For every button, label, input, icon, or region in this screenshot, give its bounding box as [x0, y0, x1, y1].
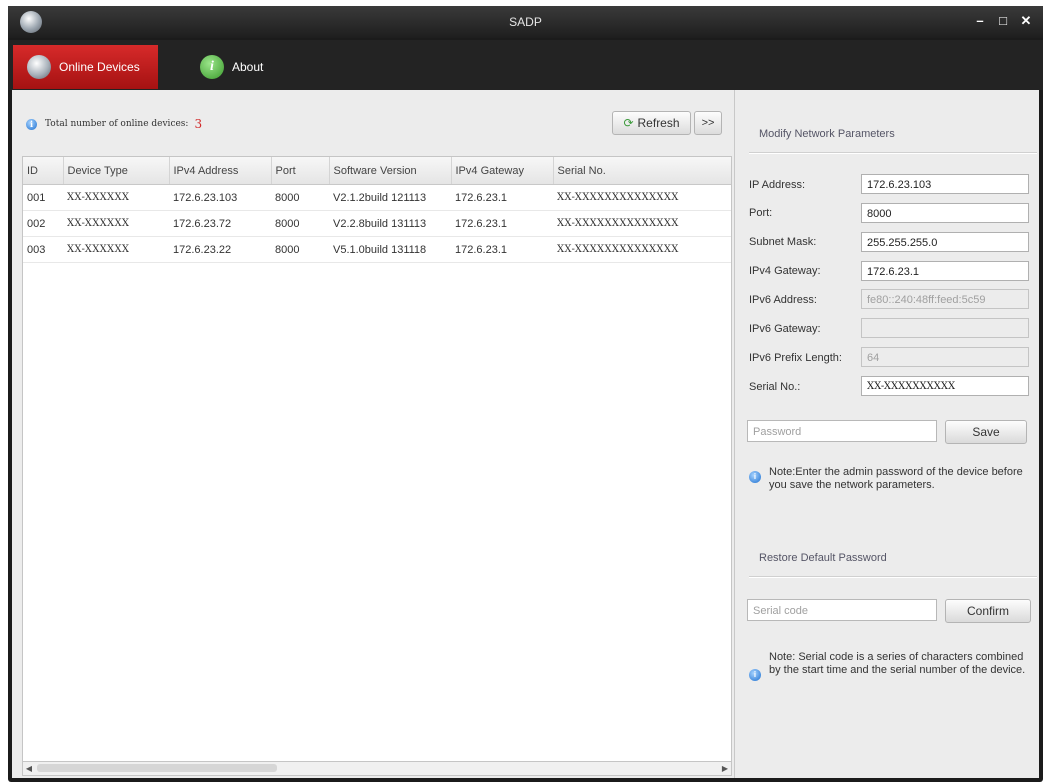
tab-bar: Online Devices i About: [8, 40, 1043, 90]
cell-device-type: XX-XXXXXX: [63, 210, 169, 237]
tab-about[interactable]: i About: [186, 45, 306, 89]
column-header-serial-no[interactable]: Serial No.: [553, 157, 731, 185]
cell-id: 003: [23, 236, 63, 263]
window-controls: – □ ✕: [973, 13, 1033, 29]
ipv4-gateway-label: IPv4 Gateway:: [749, 265, 821, 277]
save-note: i Note:Enter the admin password of the d…: [749, 466, 1029, 492]
maximize-icon[interactable]: □: [996, 13, 1010, 29]
title-bar: SADP – □ ✕: [8, 6, 1043, 38]
ipv6-prefix-length-label: IPv6 Prefix Length:: [749, 352, 842, 364]
sadp-window: SADP – □ ✕ Online Devices i About i Tota…: [8, 6, 1043, 782]
info-icon: i: [26, 118, 37, 130]
cell-ipv4-address: 172.6.23.22: [169, 236, 271, 263]
cell-port: 8000: [271, 184, 329, 211]
column-header-id[interactable]: ID: [23, 157, 64, 185]
divider: [749, 576, 1037, 578]
info-icon: i: [749, 669, 761, 681]
online-devices-icon: [27, 55, 51, 79]
cell-device-type: XX-XXXXXX: [63, 236, 169, 263]
ip-address-label: IP Address:: [749, 179, 806, 191]
serial-no-label: Serial No.:: [749, 381, 801, 393]
ipv6-address-label: IPv6 Address:: [749, 294, 817, 306]
tab-label: About: [232, 60, 264, 74]
cell-software-version: V2.1.2build 121113: [329, 184, 451, 211]
cell-serial-no: XX-XXXXXXXXXXXXXX: [553, 184, 731, 211]
cell-ipv4-gateway: 172.6.23.1: [451, 236, 553, 263]
main-content: i Total number of online devices: 3 ⟳ Re…: [12, 90, 1039, 778]
serial-code-input[interactable]: Serial code: [747, 599, 937, 621]
ip-address-field[interactable]: 172.6.23.103: [861, 174, 1029, 194]
cell-port: 8000: [271, 210, 329, 237]
column-header-ipv4-address[interactable]: IPv4 Address: [169, 157, 272, 185]
modify-network-title: Modify Network Parameters: [759, 128, 895, 140]
ipv6-gateway-field: [861, 318, 1029, 338]
table-header: ID Device Type IPv4 Address Port Softwar…: [23, 157, 731, 185]
column-header-ipv4-gateway[interactable]: IPv4 Gateway: [451, 157, 554, 185]
minimize-icon[interactable]: –: [973, 13, 987, 29]
column-header-device-type[interactable]: Device Type: [63, 157, 170, 185]
password-input[interactable]: Password: [747, 420, 937, 442]
cell-serial-no: XX-XXXXXXXXXXXXXX: [553, 236, 731, 263]
ipv6-address-field: fe80::240:48ff:feed:5c59: [861, 289, 1029, 309]
table-row[interactable]: 003 XX-XXXXXX 172.6.23.22 8000 V5.1.0bui…: [23, 236, 731, 263]
total-count: 3: [194, 117, 203, 131]
refresh-label: Refresh: [637, 116, 680, 130]
cell-id: 002: [23, 210, 63, 237]
device-list-pane: i Total number of online devices: 3 ⟳ Re…: [12, 90, 735, 778]
refresh-button[interactable]: ⟳ Refresh: [612, 111, 691, 135]
scroll-left-icon[interactable]: ◀: [23, 762, 35, 775]
restore-password-title: Restore Default Password: [759, 552, 887, 564]
parameters-pane: Modify Network Parameters IP Address: 17…: [735, 90, 1039, 778]
about-icon: i: [200, 55, 224, 79]
save-note-text: Note:Enter the admin password of the dev…: [769, 466, 1023, 491]
column-header-port[interactable]: Port: [271, 157, 330, 185]
scroll-right-icon[interactable]: ▶: [719, 762, 731, 775]
total-devices: i Total number of online devices: 3: [26, 117, 202, 131]
cell-id: 001: [23, 184, 63, 211]
ipv4-gateway-field[interactable]: 172.6.23.1: [861, 261, 1029, 281]
close-icon[interactable]: ✕: [1019, 13, 1033, 29]
column-header-software-version[interactable]: Software Version: [329, 157, 452, 185]
restore-note-text: Note: Serial code is a series of charact…: [769, 651, 1026, 676]
confirm-button[interactable]: Confirm: [945, 599, 1031, 623]
port-label: Port:: [749, 207, 773, 219]
port-field[interactable]: 8000: [861, 203, 1029, 223]
table-row[interactable]: 002 XX-XXXXXX 172.6.23.72 8000 V2.2.8bui…: [23, 210, 731, 237]
table-row[interactable]: 001 XX-XXXXXX 172.6.23.103 8000 V2.1.2bu…: [23, 184, 731, 211]
subnet-mask-label: Subnet Mask:: [749, 236, 817, 248]
ipv6-prefix-length-field: 64: [861, 347, 1029, 367]
tab-label: Online Devices: [59, 60, 140, 74]
info-icon: i: [749, 471, 761, 483]
expand-button[interactable]: >>: [694, 111, 722, 135]
subnet-mask-field[interactable]: 255.255.255.0: [861, 232, 1029, 252]
cell-software-version: V2.2.8build 131113: [329, 210, 451, 237]
cell-software-version: V5.1.0build 131118: [329, 236, 451, 263]
tab-online-devices[interactable]: Online Devices: [13, 45, 158, 89]
cell-ipv4-address: 172.6.23.103: [169, 184, 271, 211]
total-label: Total number of online devices:: [45, 119, 189, 129]
refresh-icon: ⟳: [623, 116, 634, 130]
horizontal-scrollbar[interactable]: ◀ ▶: [22, 761, 732, 776]
save-button[interactable]: Save: [945, 420, 1027, 444]
cell-ipv4-gateway: 172.6.23.1: [451, 184, 553, 211]
ipv6-gateway-label: IPv6 Gateway:: [749, 323, 821, 335]
cell-ipv4-address: 172.6.23.72: [169, 210, 271, 237]
window-title: SADP: [509, 15, 542, 29]
cell-port: 8000: [271, 236, 329, 263]
restore-note: i Note: Serial code is a series of chara…: [749, 651, 1029, 681]
serial-no-field[interactable]: XX-XXXXXXXXXX: [861, 376, 1029, 396]
device-table: ID Device Type IPv4 Address Port Softwar…: [22, 156, 732, 763]
scrollbar-thumb[interactable]: [37, 764, 277, 772]
divider: [749, 152, 1037, 154]
cell-device-type: XX-XXXXXX: [63, 184, 169, 211]
cell-ipv4-gateway: 172.6.23.1: [451, 210, 553, 237]
cell-serial-no: XX-XXXXXXXXXXXXXX: [553, 210, 731, 237]
